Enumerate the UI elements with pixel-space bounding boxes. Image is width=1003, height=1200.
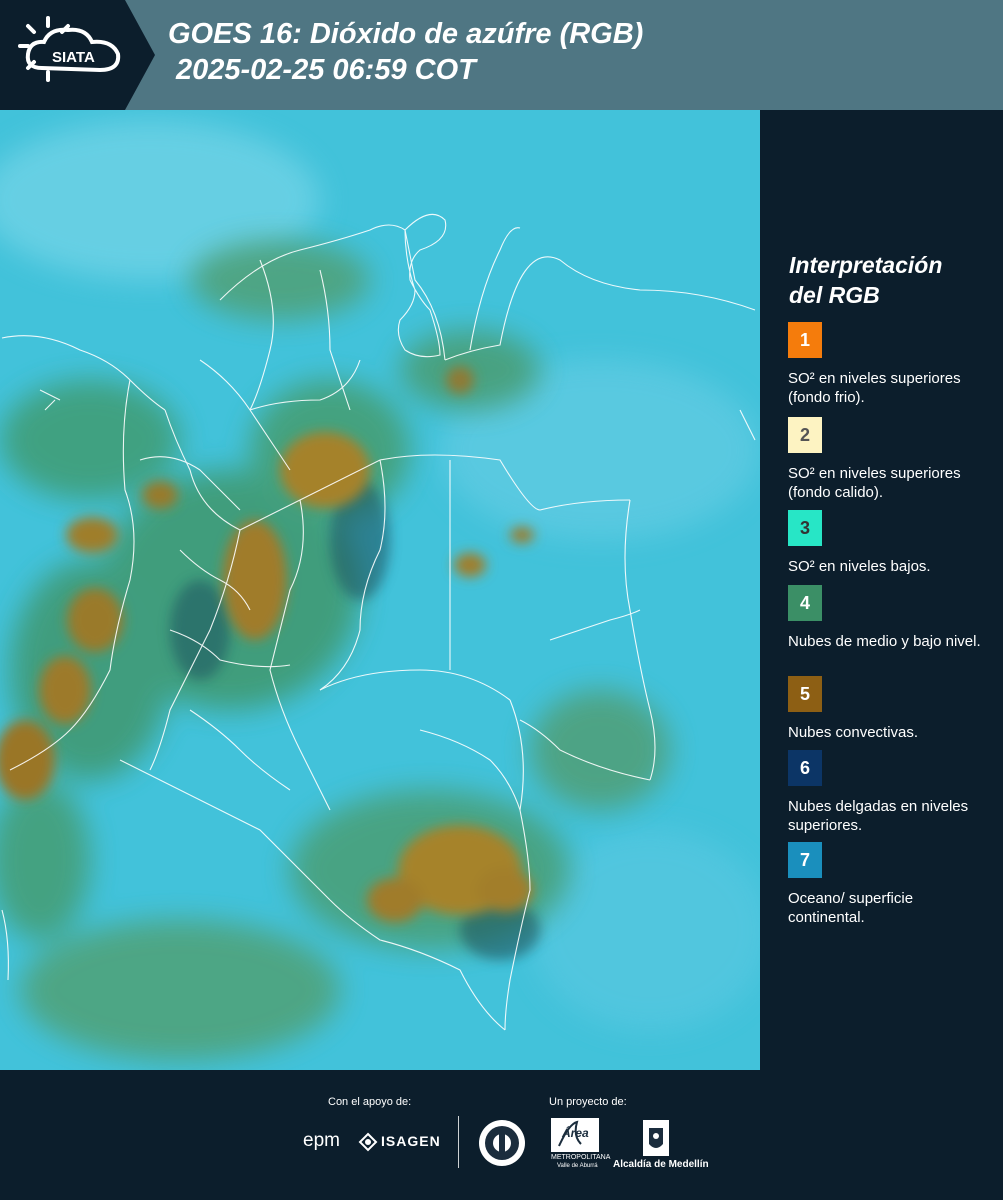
satellite-image [0, 110, 760, 1070]
legend-text-6: Nubes delgadas en niveles superiores. [788, 798, 969, 834]
legend-panel: Interpretación del RGB 1 SO² en niveles … [762, 110, 1003, 1070]
legend-text-1: SO² en niveles superiores (fondo frio). [788, 370, 961, 406]
isagen-logo-icon [358, 1132, 378, 1152]
legend-swatch-7: 7 [788, 842, 822, 878]
alcaldia-logo-text: Alcaldía de Medellín [613, 1159, 709, 1170]
legend-swatch-1: 1 [788, 322, 822, 358]
alcaldia-crest-icon [643, 1120, 669, 1156]
header-bar: SIATA GOES 16: Dióxido de azúfre (RGB) 2… [0, 0, 1003, 110]
satellite-map [0, 110, 760, 1070]
footer-divider [458, 1116, 459, 1168]
legend-swatch-4: 4 [788, 585, 822, 621]
title-datetime: 2025-02-25 06:59 COT [176, 54, 476, 86]
legend-text-2: SO² en niveles superiores (fondo calido)… [788, 465, 961, 501]
legend-text-3: SO² en niveles bajos. [788, 558, 931, 575]
legend-title-line1: Interpretación [789, 252, 943, 278]
seal-logo-icon [479, 1120, 525, 1166]
title-product: GOES 16: Dióxido de azúfre (RGB) [168, 18, 644, 50]
siata-logo-icon: SIATA [18, 16, 121, 82]
legend-item-5: 5 Nubes convectivas. [788, 676, 988, 742]
legend-title-line2: del RGB [789, 282, 880, 308]
legend-text-5: Nubes convectivas. [788, 724, 919, 741]
area-logo-line3: Valle de Aburrá [557, 1163, 598, 1169]
footer: Con el apoyo de: Un proyecto de: epm ISA… [0, 1070, 1003, 1200]
page-title: GOES 16: Dióxido de azúfre (RGB) 2025-02… [168, 16, 643, 88]
legend-item-7: 7 Oceano/ superficie continental. [788, 842, 988, 927]
legend-swatch-3: 3 [788, 510, 822, 546]
legend-item-3: 3 SO² en niveles bajos. [788, 510, 988, 576]
legend-title: Interpretación del RGB [789, 250, 942, 310]
legend-swatch-5: 5 [788, 676, 822, 712]
legend-swatch-6: 6 [788, 750, 822, 786]
legend-swatch-2: 2 [788, 417, 822, 453]
legend-text-4: Nubes de medio y bajo nivel. [788, 633, 981, 650]
area-logo-text: Área [562, 1126, 589, 1140]
logo-text: SIATA [52, 49, 95, 66]
legend-item-1: 1 SO² en niveles superiores (fondo frio)… [788, 322, 988, 407]
area-logo-line2: METROPOLITANA [551, 1154, 611, 1161]
legend-item-6: 6 Nubes delgadas en niveles superiores. [788, 750, 988, 835]
legend-text-7: Oceano/ superficie continental. [788, 890, 914, 926]
isagen-logo: ISAGEN [381, 1133, 441, 1149]
project-label: Un proyecto de: [549, 1096, 627, 1108]
epm-logo: epm [303, 1130, 340, 1151]
support-label: Con el apoyo de: [328, 1096, 412, 1108]
legend-item-2: 2 SO² en niveles superiores (fondo calid… [788, 417, 988, 502]
legend-item-4: 4 Nubes de medio y bajo nivel. [788, 585, 988, 651]
